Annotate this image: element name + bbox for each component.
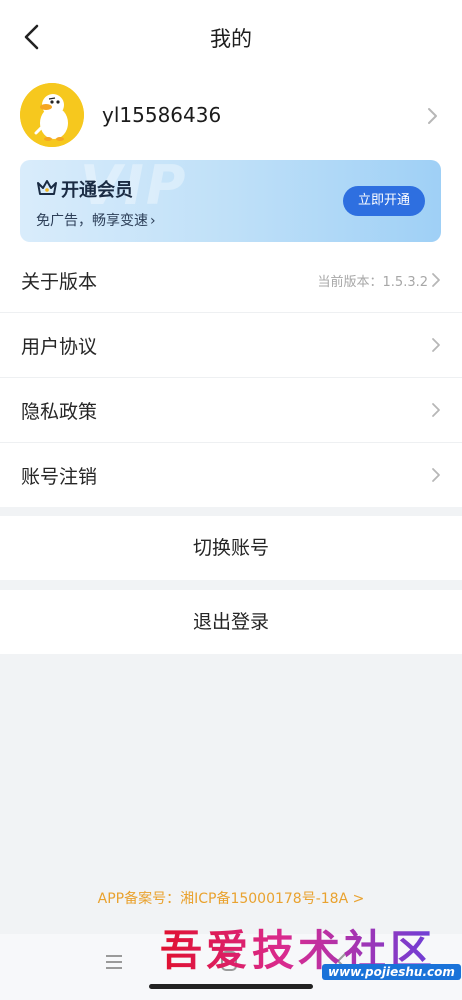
version-value: 当前版本：1.5.3.2 — [317, 275, 428, 290]
open-vip-button[interactable]: 立即开通 — [343, 186, 425, 216]
chevron-right-icon — [432, 273, 440, 287]
crown-icon — [37, 180, 57, 195]
vip-banner[interactable]: VIP 开通会员 免广告，畅享变速 › 立即开通 — [20, 160, 441, 242]
menu-item-label: 用户协议 — [21, 336, 98, 358]
settings-menu: 关于版本 当前版本：1.5.3.2 用户协议 隐私政策 账号注销 — [0, 248, 462, 507]
menu-item-label: 账号注销 — [21, 466, 98, 488]
switch-account-button[interactable]: 切换账号 — [0, 516, 462, 580]
vip-title: 开通会员 — [61, 180, 133, 201]
recent-apps-icon[interactable] — [103, 952, 125, 972]
menu-item-user-agreement[interactable]: 用户协议 — [0, 313, 462, 378]
profile-section: yl15586436 VIP 开通会员 免广告，畅享变速 › 立即开通 — [0, 70, 462, 255]
vip-subtitle[interactable]: 免广告，畅享变速 › — [36, 210, 156, 230]
home-indicator[interactable] — [149, 984, 313, 989]
top-bar: 我的 — [0, 0, 462, 71]
username[interactable]: yl15586436 — [102, 103, 221, 127]
avatar[interactable] — [20, 83, 84, 147]
menu-item-label: 隐私政策 — [21, 401, 98, 423]
chevron-right-icon — [432, 403, 440, 417]
page-title: 我的 — [210, 27, 252, 51]
vip-subtitle-text: 免广告，畅享变速 — [36, 213, 148, 229]
site-watermark-url: www.pojieshu.com — [322, 964, 461, 980]
icp-record-link[interactable]: APP备案号：湘ICP备15000178号-18A > — [0, 888, 462, 908]
menu-item-delete-account[interactable]: 账号注销 — [0, 443, 462, 507]
menu-item-label: 关于版本 — [21, 271, 98, 293]
menu-item-about-version[interactable]: 关于版本 当前版本：1.5.3.2 — [0, 248, 462, 313]
duck-avatar-image — [20, 83, 84, 147]
logout-button[interactable]: 退出登录 — [0, 590, 462, 654]
chevron-right-icon — [432, 338, 440, 352]
chevron-right-small-icon: › — [150, 213, 156, 229]
menu-item-privacy-policy[interactable]: 隐私政策 — [0, 378, 462, 443]
chevron-right-icon — [432, 468, 440, 482]
chevron-right-icon[interactable] — [424, 105, 440, 127]
